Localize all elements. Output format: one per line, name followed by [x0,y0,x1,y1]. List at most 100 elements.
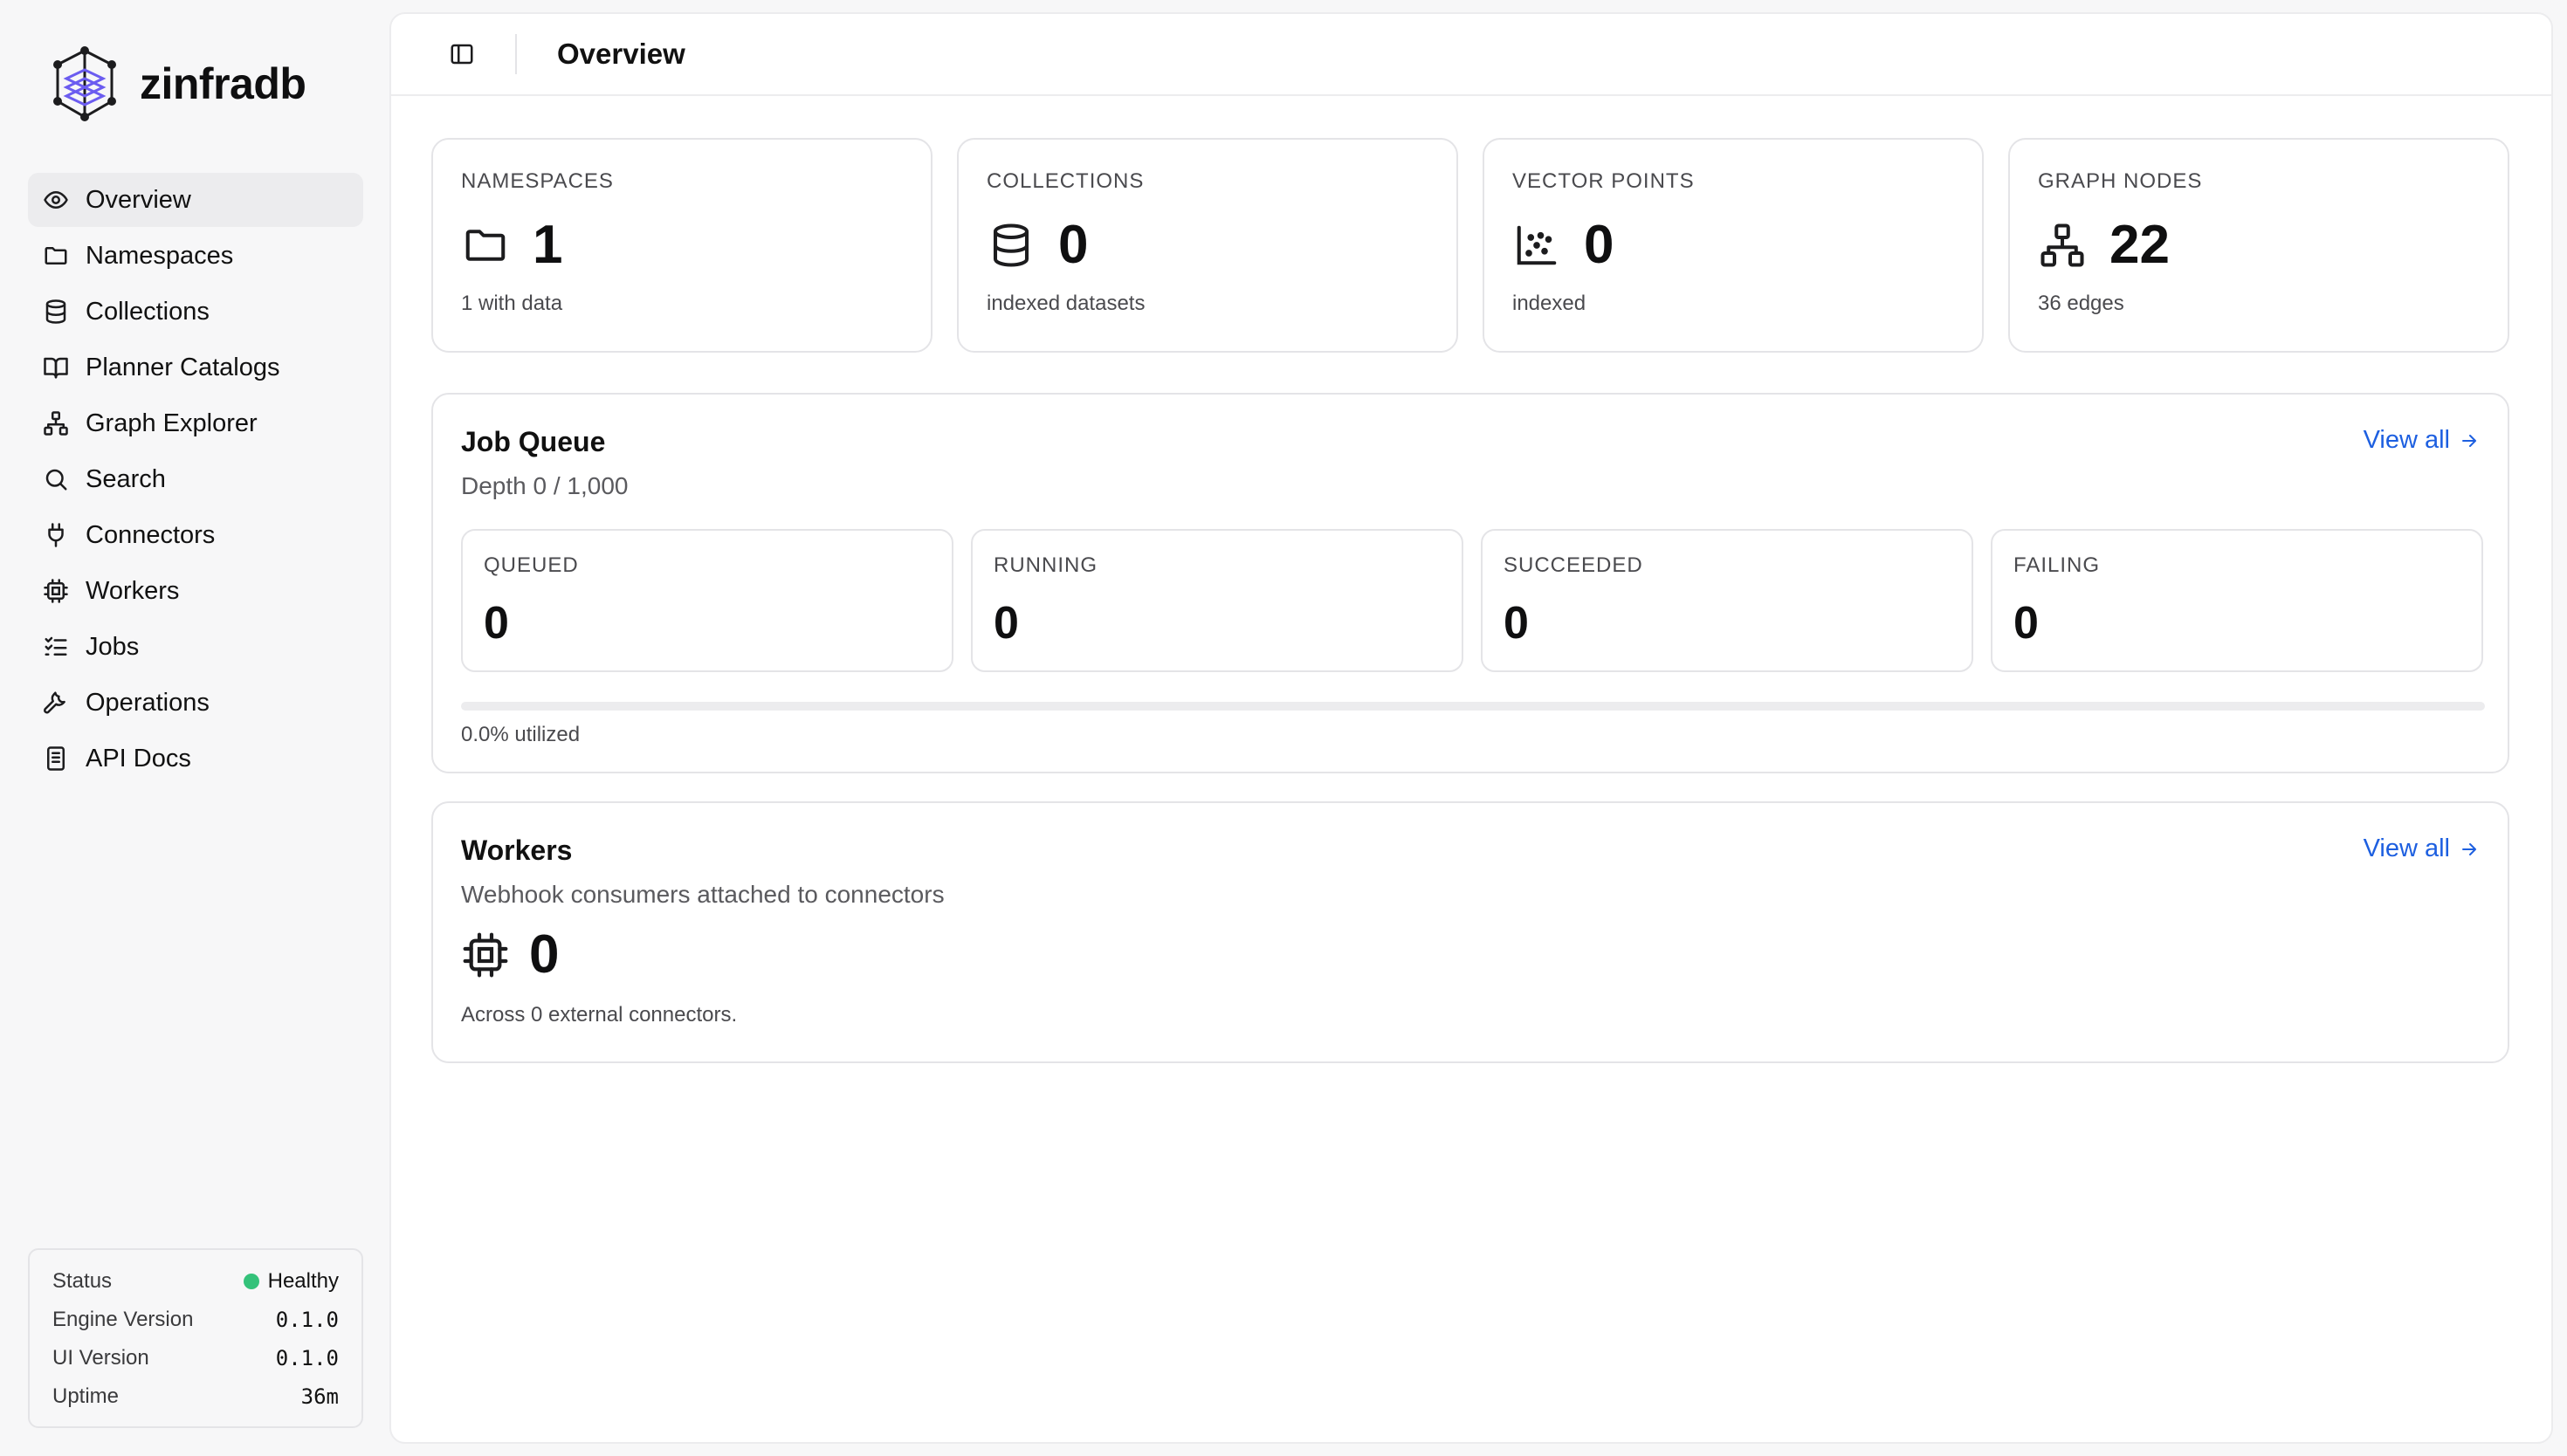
sidebar-item-jobs[interactable]: Jobs [28,620,363,674]
status-badge: Healthy [243,1269,339,1294]
sidebar-item-label: Search [86,464,166,493]
ui-version-row: UI Version 0.1.0 [52,1339,339,1377]
network-icon [40,408,72,439]
scatter-chart-icon [1512,221,1561,270]
sidebar-item-label: Planner Catalogs [86,353,280,381]
page-title: Overview [557,38,685,70]
folder-icon [40,240,72,271]
database-icon [987,221,1036,270]
queue-utilization-bar [461,702,2485,711]
book-icon [40,352,72,383]
queue-utilization-text: 0.0% utilized [461,723,581,746]
stat-card-vector-points[interactable]: VECTOR POINTS 0 indexed [1483,138,1984,353]
job-stat-label: RUNNING [994,553,1098,577]
zinfradb-logo-icon [49,45,120,122]
sidebar-item-namespaces[interactable]: Namespaces [28,229,363,283]
section-subtitle: Webhook consumers attached to connectors [461,881,945,908]
stat-subtext: 36 edges [2038,292,2124,315]
app-name: zinfradb [140,59,306,108]
cpu-icon [40,575,72,607]
sidebar-item-planner-catalogs[interactable]: Planner Catalogs [28,340,363,395]
sidebar-item-label: Connectors [86,520,216,549]
sidebar-item-collections[interactable]: Collections [28,285,363,339]
topbar-divider [515,34,517,74]
sidebar-item-connectors[interactable]: Connectors [28,508,363,562]
sidebar-item-overview[interactable]: Overview [28,173,363,227]
sidebar-item-label: Overview [86,185,191,214]
job-stat-label: FAILING [2013,553,2101,577]
stat-card-namespaces[interactable]: NAMESPACES 1 1 with data [431,138,933,353]
sidebar-toggle-button[interactable] [431,24,492,85]
sidebar-item-label: Jobs [86,632,140,661]
database-icon [40,296,72,327]
stat-card-collections[interactable]: COLLECTIONS 0 indexed datasets [957,138,1458,353]
status-value: Healthy [267,1269,339,1293]
job-stat-succeeded[interactable]: SUCCEEDED 0 [1481,529,1973,672]
job-stat-value: 0 [484,598,509,649]
engine-version-row: Engine Version 0.1.0 [52,1301,339,1339]
section-subtitle: Depth 0 / 1,000 [461,472,629,499]
uptime-row: Uptime 36m [52,1377,339,1416]
ui-version-value: 0.1.0 [275,1346,339,1370]
app-logo[interactable]: zinfradb [49,45,306,122]
job-stat-queued[interactable]: QUEUED 0 [461,529,953,672]
workers-view-all-link[interactable]: View all [2364,834,2480,863]
system-status-panel: Status Healthy Engine Version 0.1.0 UI V… [28,1248,363,1428]
network-icon [2038,221,2087,270]
wrench-icon [40,687,72,718]
stat-subtext: 1 with data [461,292,563,315]
plug-icon [40,519,72,551]
stat-card-graph-nodes[interactable]: GRAPH NODES 22 36 edges [2008,138,2509,353]
eye-icon [40,184,72,216]
sidebar-item-search[interactable]: Search [28,452,363,506]
stat-label: NAMESPACES [461,169,614,193]
stat-value: 22 [2109,215,2170,275]
healthy-dot-icon [243,1274,259,1289]
folder-icon [461,221,510,270]
status-row: Status Healthy [52,1262,339,1301]
sidebar: zinfradb Overview Namespaces Collections… [0,0,389,1456]
document-icon [40,743,72,774]
stat-label: COLLECTIONS [987,169,1145,193]
job-stat-value: 0 [2013,598,2039,649]
sidebar-item-operations[interactable]: Operations [28,676,363,730]
workers-count: 0 [529,924,560,985]
cpu-icon [461,931,510,979]
stat-value: 0 [1584,215,1614,275]
uptime-label: Uptime [52,1384,120,1408]
job-stat-value: 0 [994,598,1019,649]
stat-value: 0 [1058,215,1089,275]
engine-version-value: 0.1.0 [275,1308,339,1332]
stat-subtext: indexed [1512,292,1586,315]
workers-note: Across 0 external connectors. [461,1003,738,1027]
sidebar-item-label: Graph Explorer [86,409,258,437]
engine-version-label: Engine Version [52,1308,194,1331]
job-stat-running[interactable]: RUNNING 0 [971,529,1463,672]
job-stat-failing[interactable]: FAILING 0 [1991,529,2483,672]
sidebar-item-graph-explorer[interactable]: Graph Explorer [28,396,363,450]
sidebar-nav: Overview Namespaces Collections Planner … [28,173,363,787]
job-queue-card: Job Queue Depth 0 / 1,000 View all QUEUE… [431,393,2509,773]
job-stat-label: SUCCEEDED [1504,553,1643,577]
sidebar-item-label: Operations [86,688,210,717]
main-panel: Overview NAMESPACES 1 1 with data COLLEC… [389,12,2553,1444]
job-queue-view-all-link[interactable]: View all [2364,426,2480,455]
section-title: Job Queue [461,426,606,457]
status-label: Status [52,1269,113,1293]
stat-label: VECTOR POINTS [1512,169,1695,193]
section-title: Workers [461,834,573,866]
job-stat-value: 0 [1504,598,1529,649]
job-stat-label: QUEUED [484,553,579,577]
list-checks-icon [40,631,72,663]
stat-label: GRAPH NODES [2038,169,2203,193]
workers-card: Workers Webhook consumers attached to co… [431,801,2509,1063]
stat-value: 1 [533,215,563,275]
view-all-label: View all [2363,426,2450,454]
view-all-label: View all [2363,834,2450,862]
sidebar-item-workers[interactable]: Workers [28,564,363,618]
panel-left-icon [449,41,475,67]
sidebar-item-label: Namespaces [86,241,234,270]
sidebar-item-label: API Docs [86,744,191,773]
stat-subtext: indexed datasets [987,292,1146,315]
sidebar-item-api-docs[interactable]: API Docs [28,731,363,786]
